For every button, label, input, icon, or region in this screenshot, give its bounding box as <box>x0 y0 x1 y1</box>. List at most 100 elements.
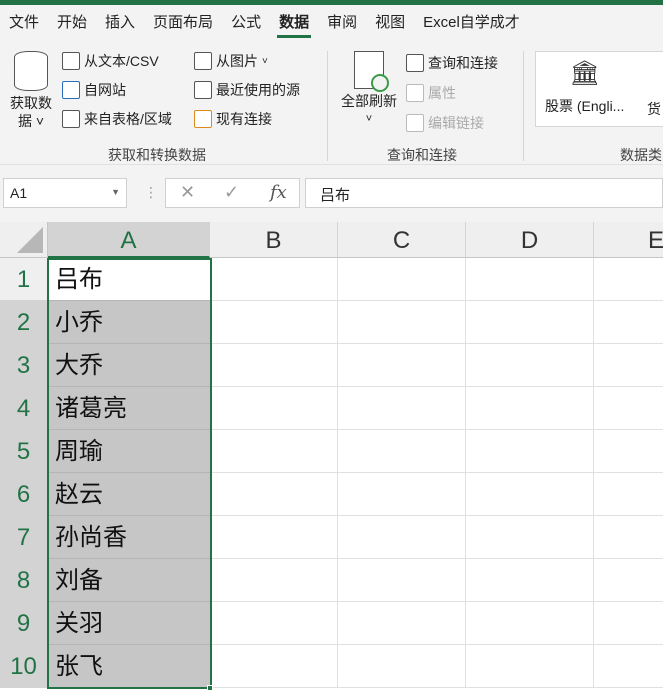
cell-D8[interactable] <box>466 559 594 602</box>
cell-C2[interactable] <box>338 301 466 344</box>
cell-C5[interactable] <box>338 430 466 473</box>
refresh-icon <box>354 51 389 92</box>
cell-E4[interactable] <box>594 387 663 430</box>
cancel-icon[interactable]: ✕ <box>180 182 195 203</box>
cell-C9[interactable] <box>338 602 466 645</box>
properties-icon <box>406 84 424 102</box>
cell-A4[interactable]: 诸葛亮 <box>48 387 210 430</box>
from-text-csv-button[interactable]: 从文本/CSV <box>62 51 159 71</box>
enter-icon[interactable]: ✓ <box>224 182 239 203</box>
cell-B10[interactable] <box>210 645 338 688</box>
fill-handle[interactable] <box>207 685 213 691</box>
from-table-button[interactable]: 来自表格/区域 <box>62 109 172 129</box>
from-web-button[interactable]: 自网站 <box>62 80 126 100</box>
cell-D2[interactable] <box>466 301 594 344</box>
tab-insert[interactable]: 插入 <box>96 5 144 41</box>
row-header-1[interactable]: 1 <box>0 258 48 301</box>
cell-C1[interactable] <box>338 258 466 301</box>
text-file-icon <box>62 52 80 70</box>
chevron-down-icon: ˅ <box>365 113 373 125</box>
cell-A6[interactable]: 赵云 <box>48 473 210 516</box>
tab-file[interactable]: 文件 <box>0 5 48 41</box>
cell-A5[interactable]: 周瑜 <box>48 430 210 473</box>
cell-C7[interactable] <box>338 516 466 559</box>
name-box[interactable]: A1 ▼ <box>3 178 127 208</box>
label: 货 <box>647 101 661 117</box>
cell-C3[interactable] <box>338 344 466 387</box>
tab-page-layout[interactable]: 页面布局 <box>144 5 222 41</box>
cell-E7[interactable] <box>594 516 663 559</box>
cell-B4[interactable] <box>210 387 338 430</box>
tab-home[interactable]: 开始 <box>48 5 96 41</box>
stocks-button[interactable]: 🏛 股票 (Engli... <box>545 59 624 116</box>
cell-E8[interactable] <box>594 559 663 602</box>
cell-A2[interactable]: 小乔 <box>48 301 210 344</box>
currency-button[interactable]: 货 <box>647 99 661 119</box>
cell-C6[interactable] <box>338 473 466 516</box>
cell-A9[interactable]: 关羽 <box>48 602 210 645</box>
cell-C8[interactable] <box>338 559 466 602</box>
cell-A8[interactable]: 刘备 <box>48 559 210 602</box>
row-header-7[interactable]: 7 <box>0 516 48 559</box>
column-header-A[interactable]: A <box>48 222 210 258</box>
row-header-3[interactable]: 3 <box>0 344 48 387</box>
recent-sources-button[interactable]: 最近使用的源 <box>194 80 300 100</box>
row-header-4[interactable]: 4 <box>0 387 48 430</box>
cell-D10[interactable] <box>466 645 594 688</box>
cell-B5[interactable] <box>210 430 338 473</box>
cell-D7[interactable] <box>466 516 594 559</box>
formula-input[interactable]: 吕布 <box>305 178 663 208</box>
cell-B1[interactable] <box>210 258 338 301</box>
cell-A10[interactable]: 张飞 <box>48 645 210 688</box>
cell-A1[interactable]: 吕布 <box>48 258 210 301</box>
tab-review[interactable]: 审阅 <box>318 5 366 41</box>
cell-B2[interactable] <box>210 301 338 344</box>
tab-data[interactable]: 数据 <box>270 5 318 41</box>
row-header-6[interactable]: 6 <box>0 473 48 516</box>
row-header-10[interactable]: 10 <box>0 645 48 688</box>
cell-C4[interactable] <box>338 387 466 430</box>
cell-E6[interactable] <box>594 473 663 516</box>
cell-B8[interactable] <box>210 559 338 602</box>
edit-links-button[interactable]: 编辑链接 <box>406 113 484 133</box>
cell-D6[interactable] <box>466 473 594 516</box>
cell-D1[interactable] <box>466 258 594 301</box>
cell-E2[interactable] <box>594 301 663 344</box>
refresh-all-button[interactable]: 全部刷新 ˅ <box>338 51 400 125</box>
get-data-button[interactable]: 获取数 据 ˅ <box>6 51 56 131</box>
column-header-B[interactable]: B <box>210 222 338 258</box>
column-header-E[interactable]: E <box>594 222 663 258</box>
column-header-D[interactable]: D <box>466 222 594 258</box>
properties-button[interactable]: 属性 <box>406 83 456 103</box>
select-all-button[interactable] <box>0 222 48 258</box>
resize-dots[interactable]: ⋮ <box>144 184 158 201</box>
cell-E3[interactable] <box>594 344 663 387</box>
cell-A7[interactable]: 孙尚香 <box>48 516 210 559</box>
cell-A3[interactable]: 大乔 <box>48 344 210 387</box>
cell-D5[interactable] <box>466 430 594 473</box>
cell-E5[interactable] <box>594 430 663 473</box>
existing-connections-button[interactable]: 现有连接 <box>194 109 272 129</box>
cell-D3[interactable] <box>466 344 594 387</box>
row-header-5[interactable]: 5 <box>0 430 48 473</box>
cell-D9[interactable] <box>466 602 594 645</box>
tab-formulas[interactable]: 公式 <box>222 5 270 41</box>
cell-E9[interactable] <box>594 602 663 645</box>
tab-view[interactable]: 视图 <box>366 5 414 41</box>
cell-B3[interactable] <box>210 344 338 387</box>
row-header-9[interactable]: 9 <box>0 602 48 645</box>
cell-D4[interactable] <box>466 387 594 430</box>
row-header-8[interactable]: 8 <box>0 559 48 602</box>
cell-B7[interactable] <box>210 516 338 559</box>
column-header-C[interactable]: C <box>338 222 466 258</box>
tab-excel-course[interactable]: Excel自学成才 <box>414 5 529 41</box>
row-header-2[interactable]: 2 <box>0 301 48 344</box>
cell-E1[interactable] <box>594 258 663 301</box>
cell-B6[interactable] <box>210 473 338 516</box>
insert-function-icon[interactable]: fx <box>270 182 287 203</box>
cell-C10[interactable] <box>338 645 466 688</box>
queries-connections-button[interactable]: 查询和连接 <box>406 53 498 73</box>
cell-E10[interactable] <box>594 645 663 688</box>
cell-B9[interactable] <box>210 602 338 645</box>
from-picture-button[interactable]: 从图片 ˅ <box>194 51 268 71</box>
